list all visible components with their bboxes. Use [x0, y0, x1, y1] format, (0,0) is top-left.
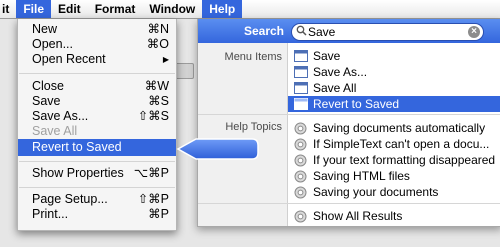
menu-item-shortcut: ⌘P: [148, 207, 169, 221]
menu-item-locator-arrow: [176, 137, 260, 164]
show-all-results[interactable]: Show All Results: [288, 208, 500, 224]
menu-item-shortcut: ⇧⌘P: [137, 192, 169, 206]
result-menu-item-save-as[interactable]: Save As...: [288, 64, 500, 80]
menu-item-show-properties[interactable]: Show Properties ⌥⌘P: [18, 166, 176, 181]
result-menu-item-save-all[interactable]: Save All: [288, 80, 500, 96]
result-help-topic[interactable]: If your text formatting disappeared: [288, 152, 500, 168]
result-help-topic[interactable]: If SimpleText can't open a docu...: [288, 136, 500, 152]
result-help-topic[interactable]: Saving your documents: [288, 184, 500, 200]
result-label: If SimpleText can't open a docu...: [313, 137, 490, 151]
result-menu-item-revert-to-saved[interactable]: Revert to Saved: [288, 96, 500, 112]
result-label: Save: [313, 49, 341, 63]
search-input[interactable]: [308, 25, 458, 38]
menu-item-label: Open Recent: [32, 52, 106, 66]
menu-item-shortcut: ⌘S: [148, 94, 169, 108]
menu-icon: [294, 98, 308, 114]
result-menu-item-save[interactable]: Save: [288, 48, 500, 64]
result-label: Saving your documents: [313, 185, 439, 199]
menu-item-close[interactable]: Close ⌘W: [18, 79, 176, 94]
menu-separator: [19, 73, 175, 74]
menu-item-shortcut: ⌥⌘P: [133, 166, 169, 180]
menu-item-open-recent[interactable]: Open Recent ▶: [18, 52, 176, 67]
menu-item-label: Save As...: [32, 109, 89, 123]
menu-item-label: Print...: [32, 207, 69, 221]
menu-separator: [19, 161, 175, 162]
menu-file[interactable]: File: [16, 0, 52, 18]
menu-item-label: Open...: [32, 37, 73, 51]
result-label: Saving documents automatically: [313, 121, 486, 135]
help-menu: Search × Menu Items Help Topics Save Sav…: [197, 19, 500, 227]
help-menu-separator: [198, 114, 500, 115]
search-icon: [296, 25, 307, 39]
menu-item-shortcut: ⌘W: [144, 79, 169, 93]
menu-item-shortcut: ⇧⌘S: [137, 109, 169, 123]
menu-item-label: Close: [32, 79, 64, 93]
menu-item-label: Page Setup...: [32, 192, 108, 206]
menu-item-label: New: [32, 22, 58, 36]
result-help-topic[interactable]: Saving documents automatically: [288, 120, 500, 136]
section-label-help-topics: Help Topics: [225, 121, 282, 133]
result-label: Show All Results: [313, 209, 403, 223]
result-label: Save As...: [313, 65, 368, 79]
help-menu-category-column: [198, 43, 288, 226]
menu-format[interactable]: Format: [88, 0, 143, 18]
menu-item-print[interactable]: Print... ⌘P: [18, 207, 176, 222]
help-search-bar: Search ×: [198, 19, 500, 43]
help-topic-icon: [294, 186, 307, 203]
menu-item-save[interactable]: Save ⌘S: [18, 94, 176, 109]
menu-item-label: Revert to Saved: [32, 140, 122, 154]
menu-item-label: Save All: [32, 124, 78, 138]
file-menu: New ⌘N Open... ⌘O Open Recent ▶ Close ⌘W…: [17, 19, 177, 231]
menu-item-shortcut: ⌘N: [147, 22, 169, 36]
menu-item-label: Show Properties: [32, 166, 124, 180]
menu-separator: [19, 187, 175, 188]
result-label: Save All: [313, 81, 357, 95]
menu-bar: it File Edit Format Window Help: [0, 0, 500, 19]
menu-item-open[interactable]: Open... ⌘O: [18, 37, 176, 52]
menu-edit[interactable]: Edit: [51, 0, 88, 18]
menu-item-new[interactable]: New ⌘N: [18, 22, 176, 37]
section-label-menu-items: Menu Items: [224, 51, 282, 63]
menu-item-save-as[interactable]: Save As... ⇧⌘S: [18, 109, 176, 124]
search-label: Search: [243, 24, 284, 38]
menu-help[interactable]: Help: [202, 0, 243, 18]
menu-item-page-setup[interactable]: Page Setup... ⇧⌘P: [18, 192, 176, 207]
result-label: Saving HTML files: [313, 169, 410, 183]
menu-item-save-all: Save All: [18, 124, 176, 139]
menu-item-shortcut: ⌘O: [146, 37, 169, 51]
submenu-arrow-icon: ▶: [162, 55, 169, 64]
menu-app[interactable]: it: [0, 0, 16, 18]
result-label: Revert to Saved: [313, 97, 400, 111]
help-menu-separator: [198, 203, 500, 204]
clear-search-icon[interactable]: ×: [468, 26, 480, 38]
result-help-topic[interactable]: Saving HTML files: [288, 168, 500, 184]
result-label: If your text formatting disappeared: [313, 153, 496, 167]
menu-window[interactable]: Window: [142, 0, 202, 18]
menu-item-revert-to-saved[interactable]: Revert to Saved: [18, 139, 176, 156]
help-topic-icon: [294, 210, 307, 227]
menu-item-label: Save: [32, 94, 61, 108]
help-search-field[interactable]: ×: [291, 23, 484, 41]
